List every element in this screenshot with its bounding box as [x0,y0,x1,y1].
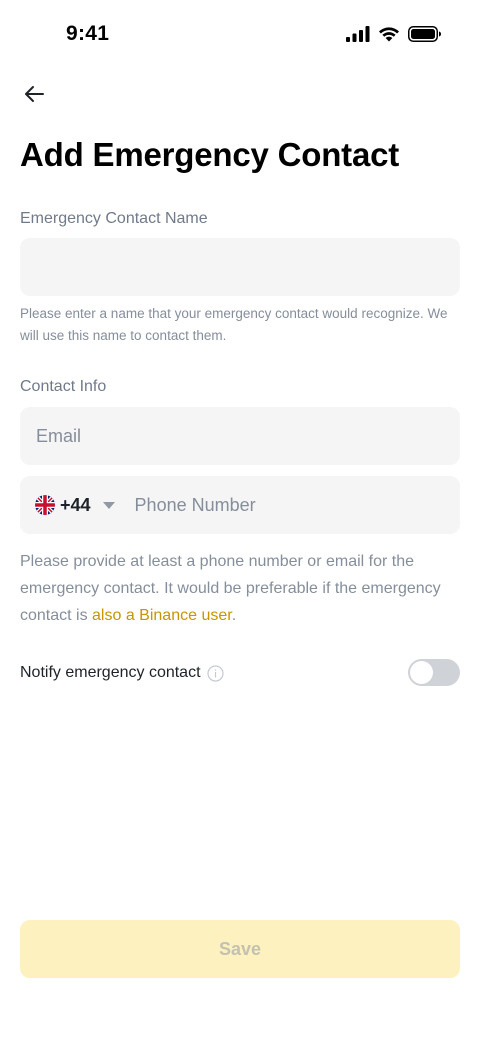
contact-name-input[interactable] [20,238,460,296]
arrow-left-icon [25,86,44,102]
phone-field: +44 [20,476,460,534]
signal-icon [346,26,370,42]
country-code-selector[interactable]: +44 [20,476,135,534]
contact-info-label: Contact Info [20,378,107,395]
binance-user-link[interactable]: also a Binance user [92,607,232,624]
country-code: +44 [60,494,91,515]
back-button[interactable] [18,78,50,110]
name-hint: Please enter a name that your emergency … [20,306,448,343]
email-input[interactable] [20,407,460,465]
battery-icon [408,26,441,42]
phone-number-input[interactable] [134,476,460,534]
name-label: Emergency Contact Name [20,210,208,227]
wifi-icon [379,27,399,42]
notify-row: Notify emergency contact [20,659,460,686]
contact-hint: Please provide at least a phone number o… [20,548,460,629]
chevron-down-icon [102,501,115,509]
uk-flag-icon [35,495,55,515]
contact-hint-suffix: . [231,607,237,624]
status-bar: 9:41 [0,0,480,72]
notify-label: Notify emergency contact [20,664,201,681]
status-icons [346,26,442,42]
add-emergency-contact-screen: 9:41 Add Emergency Contact Emergency Con… [0,0,480,1040]
save-button[interactable]: Save [20,920,460,978]
toggle-knob [410,661,433,684]
info-icon[interactable] [206,664,224,682]
page-title: Add Emergency Contact [20,136,400,173]
notify-toggle[interactable] [408,659,460,686]
status-time: 9:41 [66,22,110,45]
